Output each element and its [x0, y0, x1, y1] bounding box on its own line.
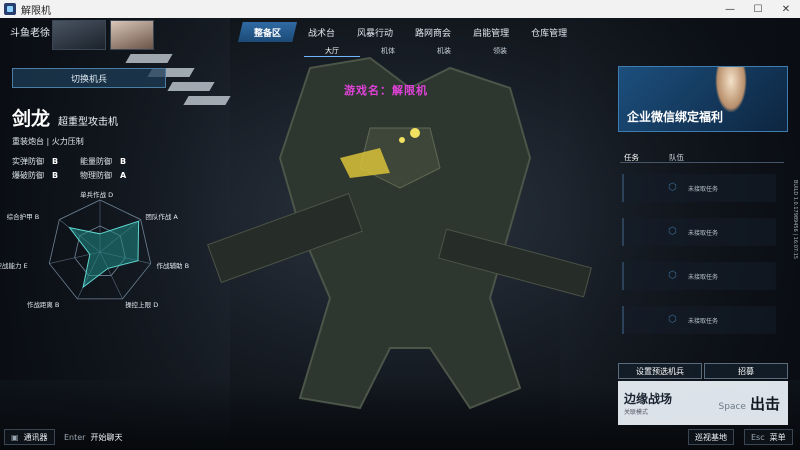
main-nav: 整备区 战术台 风暴行动 路网商会 启能管理 仓库管理 [238, 22, 578, 42]
player-name: 斗鱼老徐 [10, 28, 50, 39]
sortie-button[interactable]: 边缘战场 关联模式 Space 出击 [618, 381, 788, 425]
mech-class: 超重型攻击机 [58, 117, 118, 128]
maximize-button[interactable]: ☐ [744, 0, 772, 18]
stat-energy-def: 能量防御 B [80, 157, 127, 166]
radar-label: 综合护甲 B [6, 212, 40, 221]
sortie-label: 出击 [749, 394, 780, 413]
stat-blast-def: 爆破防御 B [12, 171, 59, 180]
sortie-key-hint: Space [718, 401, 746, 412]
mech-model [207, 56, 592, 410]
tab-energy-mgmt[interactable]: 启能管理 [462, 22, 520, 42]
communicator-button[interactable]: ▣ 通讯器 [4, 429, 55, 445]
window-title: 解限机 [21, 5, 51, 17]
tab-prep-area[interactable]: 整备区 [238, 22, 298, 42]
switch-mech-button[interactable]: 切换机兵 [12, 68, 166, 88]
subtab-gear[interactable]: 领装 [472, 46, 528, 57]
tab-tactics[interactable]: 战术台 [297, 22, 346, 42]
mech-tags: 重装炮台 | 火力压制 [12, 137, 84, 146]
square-icon: ▣ [11, 432, 19, 442]
patrol-base-button[interactable]: 巡视基地 [688, 429, 734, 445]
pilot-avatar[interactable] [110, 20, 154, 50]
hangar-light [125, 54, 173, 63]
task-slot[interactable]: ⬡ 未接取任务 [622, 262, 776, 290]
game-title-overlay: 游戏名：解限机 [344, 84, 428, 97]
task-slot[interactable]: ⬡ 未接取任务 [622, 218, 776, 246]
preset-mech-button[interactable]: 设置预选机兵 [618, 363, 702, 379]
hexagon-icon: ⬡ [668, 226, 677, 237]
subtab-lobby[interactable]: 大厅 [304, 46, 360, 57]
wechat-reward-banner[interactable]: 企业微信绑定福利 [618, 66, 788, 132]
window-titlebar: 解限机 — ☐ ✕ [0, 0, 800, 18]
radar-label: 单兵作战 D [80, 191, 114, 199]
recruit-button[interactable]: 招募 [704, 363, 788, 379]
sub-nav: 大厅 机体 机装 领装 [304, 46, 528, 57]
radar-label: 团队作战 A [145, 212, 178, 221]
stat-kinetic-def: 实弹防御 B [12, 157, 59, 166]
radar-value-shape [68, 220, 140, 289]
task-slot[interactable]: ⬡ 未接取任务 [622, 174, 776, 202]
hexagon-icon: ⬡ [668, 270, 677, 281]
start-chat-button[interactable]: Enter 开始聊天 [58, 429, 128, 445]
stat-physical-def: 物理防御 A [80, 171, 127, 180]
banner-character [715, 67, 747, 113]
tab-storm-ops[interactable]: 风暴行动 [346, 22, 404, 42]
tab-warehouse[interactable]: 仓库管理 [520, 22, 578, 42]
task-slot[interactable]: ⬡ 未接取任务 [622, 306, 776, 334]
radar-label: 空战能力 E [0, 261, 28, 270]
mech-name: 剑龙 [12, 108, 51, 130]
subtab-mech[interactable]: 机体 [360, 46, 416, 57]
build-info: BUILD 1.0.17989456 | 16:07:15 [792, 180, 798, 260]
hexagon-icon: ⬡ [668, 182, 677, 193]
radar-label: 作战辅助 B [156, 261, 190, 270]
tab-divider [620, 162, 784, 163]
banner-text: 企业微信绑定福利 [627, 110, 724, 124]
subtab-mech-equip[interactable]: 机装 [416, 46, 472, 57]
close-button[interactable]: ✕ [772, 0, 800, 18]
app-icon [4, 3, 16, 15]
menu-button[interactable]: Esc 菜单 [744, 429, 793, 445]
battle-mode-sub: 关联模式 [624, 409, 649, 416]
radar-label: 作战距离 B [26, 301, 60, 310]
hexagon-icon: ⬡ [668, 314, 677, 325]
minimize-button[interactable]: — [716, 0, 744, 18]
battle-mode[interactable]: 边缘战场 关联模式 [624, 390, 672, 416]
radar-label: 操控上限 D [125, 301, 159, 310]
mech-avatar[interactable] [52, 20, 106, 50]
battle-mode-name: 边缘战场 [624, 392, 673, 406]
tab-road-guild[interactable]: 路网商会 [404, 22, 462, 42]
